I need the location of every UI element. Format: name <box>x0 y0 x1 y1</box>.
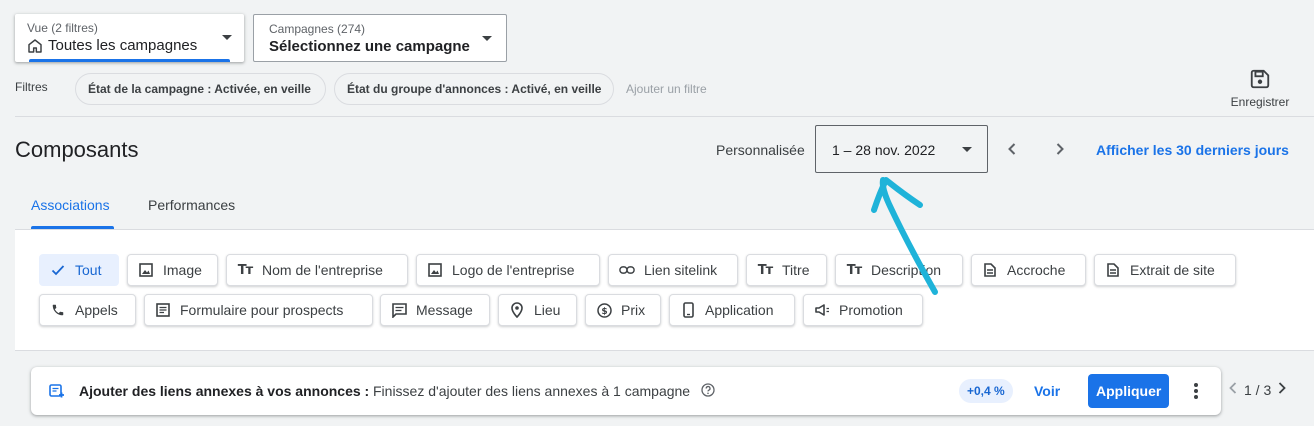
svg-text:$: $ <box>601 307 607 317</box>
apply-button[interactable]: Appliquer <box>1088 374 1170 408</box>
view-button[interactable]: Voir <box>1034 383 1060 399</box>
chevron-left-icon <box>1229 382 1237 394</box>
asset-chip-label: Appels <box>75 302 118 318</box>
asset-chip-headline[interactable]: Tт Titre <box>746 254 827 286</box>
link-icon <box>619 262 635 278</box>
chevron-left-icon <box>1008 143 1016 155</box>
asset-chip-label: Image <box>163 262 202 278</box>
image-icon <box>427 262 443 278</box>
pager-next-button[interactable] <box>1277 381 1287 398</box>
asset-chip-location[interactable]: Lieu <box>498 294 577 326</box>
asset-chip-lead-form[interactable]: Formulaire pour prospects <box>144 294 373 326</box>
asset-chip-business-name[interactable]: Tт Nom de l'entreprise <box>226 254 408 286</box>
home-icon <box>28 38 42 53</box>
location-pin-icon <box>509 302 525 318</box>
asset-type-panel <box>15 229 1314 351</box>
date-range-picker[interactable]: 1 – 28 nov. 2022 <box>815 125 988 173</box>
tab-performances[interactable]: Performances <box>148 197 235 213</box>
text-size-icon: Tт <box>846 262 862 278</box>
next-period-button[interactable] <box>1048 137 1072 161</box>
asset-chip-structured-snippet[interactable]: Extrait de site <box>1094 254 1236 286</box>
campaign-picker-value: Sélectionnez une campagne <box>269 38 470 55</box>
megaphone-icon <box>814 302 830 318</box>
tab-associations[interactable]: Associations <box>31 197 110 213</box>
optimization-score-badge: +0,4 % <box>959 379 1013 403</box>
asset-chip-sitelink[interactable]: Lien sitelink <box>608 254 738 286</box>
asset-chip-message[interactable]: Message <box>380 294 490 326</box>
asset-chip-label: Titre <box>782 262 810 278</box>
asset-chip-callout[interactable]: Accroche <box>971 254 1086 286</box>
campaign-picker-label: Campagnes (274) <box>269 22 366 36</box>
view-picker-label: Vue (2 filtres) <box>27 21 98 35</box>
recommendation-card: Ajouter des liens annexes à vos annonces… <box>31 367 1221 415</box>
text-size-icon: Tт <box>757 262 773 278</box>
header-divider <box>15 116 1314 117</box>
phone-icon <box>50 302 66 318</box>
chevron-down-icon <box>482 36 492 41</box>
previous-period-button[interactable] <box>1000 137 1024 161</box>
asset-chip-label: Lieu <box>534 302 561 318</box>
chevron-down-icon <box>962 147 972 152</box>
asset-chip-label: Nom de l'entreprise <box>262 262 383 278</box>
asset-chip-app[interactable]: Application <box>669 294 795 326</box>
article-icon <box>982 262 998 278</box>
form-icon <box>155 302 171 318</box>
chevron-right-icon <box>1056 143 1064 155</box>
date-preset-label: Personnalisée <box>716 142 805 158</box>
page-title: Composants <box>15 137 139 162</box>
save-button[interactable]: Enregistrer <box>1223 68 1297 112</box>
view-picker-underline <box>29 59 230 62</box>
filter-chip-adgroup-status[interactable]: État du groupe d'annonces : Activé, en v… <box>334 73 614 105</box>
asset-chip-calls[interactable]: Appels <box>39 294 136 326</box>
recommendation-title: Ajouter des liens annexes à vos annonces… <box>79 383 370 399</box>
pager-previous-button[interactable] <box>1228 381 1238 398</box>
asset-chip-promotion[interactable]: Promotion <box>803 294 923 326</box>
more-options-icon[interactable] <box>1188 381 1204 406</box>
date-range-value: 1 – 28 nov. 2022 <box>832 142 936 158</box>
asset-chip-all[interactable]: Tout <box>39 254 119 286</box>
price-icon: $ <box>596 302 612 318</box>
asset-chip-price[interactable]: $ Prix <box>585 294 661 326</box>
filter-chip-label: État du groupe d'annonces : Activé, en v… <box>347 82 602 96</box>
filter-chip-campaign-status[interactable]: État de la campagne : Activée, en veille <box>75 73 326 105</box>
asset-chip-label: Promotion <box>839 302 903 318</box>
asset-chip-label: Logo de l'entreprise <box>452 262 575 278</box>
chevron-down-icon <box>222 35 232 40</box>
asset-chip-label: Message <box>416 302 473 318</box>
asset-chip-label: Formulaire pour prospects <box>180 302 344 318</box>
save-label: Enregistrer <box>1230 95 1290 109</box>
add-filter-link[interactable]: Ajouter un filtre <box>626 82 707 96</box>
asset-chip-description[interactable]: Tт Description <box>835 254 963 286</box>
help-icon[interactable] <box>701 383 715 402</box>
annotation-arrow <box>871 177 938 295</box>
smartphone-icon <box>680 302 696 318</box>
add-extension-icon <box>49 383 65 404</box>
pager-count: 1 / 3 <box>1244 381 1272 398</box>
recommendation-pager: 1 / 3 <box>1228 381 1287 398</box>
campaign-picker[interactable]: Campagnes (274) Sélectionnez une campagn… <box>253 14 507 62</box>
filters-label: Filtres <box>15 80 48 94</box>
asset-chip-label: Prix <box>621 302 646 318</box>
save-icon <box>1250 69 1270 89</box>
view-picker[interactable]: Vue (2 filtres) Toutes les campagnes <box>15 14 244 62</box>
message-icon <box>391 302 407 318</box>
check-icon <box>50 262 66 278</box>
recommendation-description: Finissez d'ajouter des liens annexes à 1… <box>373 383 691 399</box>
asset-chip-image[interactable]: Image <box>127 254 218 286</box>
asset-chip-label: Lien sitelink <box>644 262 718 278</box>
asset-chip-label: Extrait de site <box>1130 262 1215 278</box>
asset-chip-label: Application <box>705 302 774 318</box>
asset-chip-label: Description <box>871 262 942 278</box>
filter-chip-label: État de la campagne : Activée, en veille <box>88 82 311 96</box>
article-icon <box>1105 262 1121 278</box>
last-30-days-link[interactable]: Afficher les 30 derniers jours <box>1096 142 1289 158</box>
image-icon <box>138 262 154 278</box>
asset-chip-business-logo[interactable]: Logo de l'entreprise <box>416 254 600 286</box>
text-size-icon: Tт <box>237 262 253 278</box>
asset-chip-label: Tout <box>75 262 102 278</box>
view-picker-value: Toutes les campagnes <box>48 37 198 54</box>
asset-chip-label: Accroche <box>1007 262 1066 278</box>
chevron-right-icon <box>1279 382 1287 394</box>
